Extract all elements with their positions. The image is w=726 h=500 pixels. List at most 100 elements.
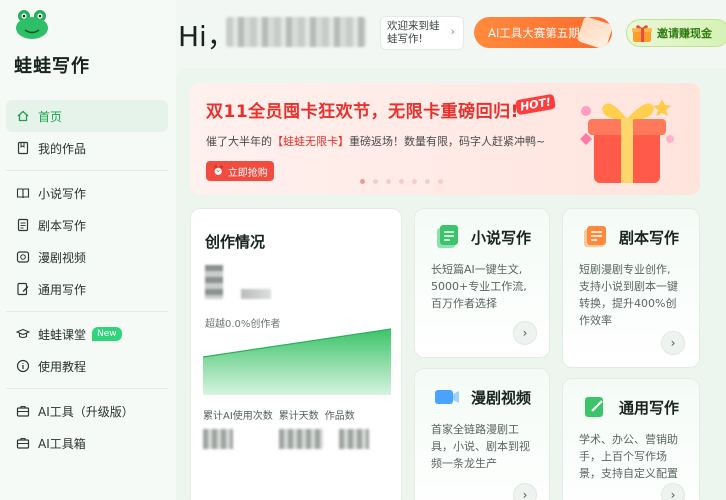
- username-redacted: [226, 17, 366, 47]
- sidebar-item-ai-tools-upgraded[interactable]: AI工具（升级版）: [6, 395, 168, 427]
- feature-card-video[interactable]: 漫剧视频 首家全链路漫剧工 具，小说、剧本到视 频一条龙生产 ›: [414, 368, 550, 500]
- stat-value-redacted: [339, 429, 369, 449]
- feature-desc-line: 长短篇AI一键生文,: [431, 263, 523, 276]
- stats-values-redacted: [203, 429, 393, 453]
- banner-sub-suffix: 重磅返场！数量有限，码字人赶紧冲鸭~: [349, 135, 546, 148]
- carousel-dot[interactable]: [373, 179, 378, 184]
- stat-label-days: 累计天数: [278, 411, 319, 422]
- feature-title: 剧本写作: [619, 229, 680, 247]
- script-icon: [16, 218, 30, 232]
- feature-desc-line: 短剧漫剧专业创作,: [579, 263, 671, 276]
- info-icon: [16, 359, 30, 373]
- sidebar-item-label: AI工具（升级版）: [38, 404, 134, 419]
- sidebar-item-ai-toolbox[interactable]: AI工具箱: [6, 427, 168, 459]
- stats-labels: 累计AI使用次数 累计天数 作品数: [203, 407, 361, 422]
- welcome-line-1: 欢迎来到蛙: [387, 20, 440, 32]
- stats-title: 创作情况: [205, 233, 266, 251]
- sidebar-item-label: 通用写作: [38, 282, 87, 297]
- feature-card-script[interactable]: 剧本写作 短剧漫剧专业创作, 支持小说到剧本一键 转换，提升400%创 作效率 …: [562, 208, 700, 368]
- feature-desc-line: 景，支持自定义配置: [579, 467, 678, 480]
- sidebar-item-novel[interactable]: 小说写作: [6, 177, 168, 209]
- stat-value-redacted: [203, 429, 233, 449]
- feature-desc-line: 支持小说到剧本一键: [579, 280, 678, 293]
- arrow-right-icon[interactable]: ›: [513, 321, 537, 345]
- carousel-dot[interactable]: [438, 179, 443, 184]
- sidebar-item-script[interactable]: 剧本写作: [6, 209, 168, 241]
- sidebar-nav: 首页 我的作品 小说写作 剧本写作 漫剧视频 通用写作 蛙蛙课堂 New 使用教…: [6, 100, 168, 459]
- video-icon: [16, 250, 30, 264]
- carousel-dot[interactable]: [412, 179, 417, 184]
- toolbox-icon: [16, 436, 30, 450]
- carousel-dot[interactable]: [386, 179, 391, 184]
- gift-icon: [632, 25, 652, 42]
- arrow-right-icon[interactable]: ›: [661, 331, 685, 355]
- buy-now-button[interactable]: ⏰ 立即抢购: [206, 161, 274, 181]
- stats-growth-chart: [203, 328, 391, 395]
- banner-subtitle: 催了大半年的【蛙蛙无限卡】重磅返场！数量有限，码字人赶紧冲鸭~: [206, 133, 545, 149]
- carousel-dots: [360, 179, 443, 184]
- sidebar-item-video[interactable]: 漫剧视频: [6, 241, 168, 273]
- sidebar-item-general[interactable]: 通用写作: [6, 273, 168, 305]
- chevron-right-icon: ›: [450, 25, 455, 38]
- feature-description: 短剧漫剧专业创作, 支持小说到剧本一键 转换，提升400%创 作效率: [579, 261, 701, 329]
- brand-name: 蛙蛙写作: [14, 56, 90, 77]
- banner-sub-prefix: 催了大半年的: [206, 135, 272, 148]
- stats-value-redacted: [205, 265, 223, 299]
- feature-desc-line: 首家全链路漫剧工: [431, 423, 519, 436]
- video-camera-icon: [435, 390, 459, 404]
- sidebar-item-label: 我的作品: [38, 141, 87, 156]
- carousel-dot[interactable]: [399, 179, 404, 184]
- sidebar-item-label: 使用教程: [38, 359, 87, 374]
- general-writing-icon: [585, 397, 603, 417]
- feature-card-novel[interactable]: 小说写作 长短篇AI一键生文, 5000+专业工作流, 百万作者选择 ›: [414, 208, 550, 358]
- sidebar-item-label: 小说写作: [38, 186, 87, 201]
- feature-desc-line: 作效率: [579, 314, 612, 327]
- new-badge: New: [92, 327, 122, 341]
- sidebar-item-label: 蛙蛙课堂: [38, 327, 87, 342]
- welcome-line-2: 蛙写作!: [387, 33, 423, 45]
- feature-card-general[interactable]: 通用写作 学术、办公、营销助 手，上百个写作场 景，支持自定义配置 ›: [562, 378, 700, 500]
- home-icon: [16, 109, 30, 123]
- ai-contest-button[interactable]: AI工具大赛第五期: [474, 17, 612, 48]
- feature-description: 长短篇AI一键生文, 5000+专业工作流, 百万作者选择: [431, 261, 553, 312]
- sidebar: 蛙蛙写作 首页 我的作品 小说写作 剧本写作 漫剧视频 通用写作 蛙蛙课堂 Ne…: [0, 0, 176, 500]
- logo[interactable]: [14, 8, 50, 44]
- stat-value-redacted: [279, 429, 323, 449]
- novel-icon: [437, 225, 458, 248]
- feature-description: 学术、办公、营销助 手，上百个写作场 景，支持自定义配置: [579, 431, 701, 482]
- banner-title: 双11全员囤卡狂欢节，无限卡重磅回归!: [206, 102, 519, 122]
- welcome-message[interactable]: 欢迎来到蛙 蛙写作! ›: [380, 16, 464, 50]
- divider: [6, 170, 168, 171]
- stat-label-ai-usage: 累计AI使用次数: [203, 411, 273, 422]
- divider: [6, 388, 168, 389]
- divider: [6, 311, 168, 312]
- carousel-dot[interactable]: [425, 179, 430, 184]
- feature-title: 小说写作: [471, 229, 532, 247]
- bookmark-icon: [16, 141, 30, 155]
- book-icon: [16, 186, 30, 200]
- feature-desc-line: 学术、办公、营销助: [579, 433, 678, 446]
- arrow-right-icon[interactable]: ›: [661, 483, 685, 500]
- feature-desc-line: 5000+专业工作流,: [431, 280, 527, 293]
- gift-box-illustration-icon: [580, 99, 674, 183]
- hot-badge: HOT!: [514, 93, 557, 116]
- feature-title: 通用写作: [619, 399, 680, 417]
- graduation-cap-icon: [16, 327, 30, 341]
- sidebar-item-label: 首页: [38, 109, 63, 124]
- creation-stats-card: 创作情况 超越0.0%创作者 累计AI使用次数 累计天数 作品数: [190, 208, 402, 500]
- arrow-right-icon[interactable]: ›: [513, 483, 537, 500]
- script-icon: [584, 226, 606, 247]
- sidebar-item-home[interactable]: 首页: [6, 100, 168, 132]
- sidebar-item-my-works[interactable]: 我的作品: [6, 132, 168, 164]
- contest-decoration-icon: [576, 17, 612, 48]
- feature-desc-line: 手，上百个写作场: [579, 450, 667, 463]
- feature-title: 漫剧视频: [471, 389, 532, 407]
- sidebar-item-tutorial[interactable]: 使用教程: [6, 350, 168, 382]
- feature-description: 首家全链路漫剧工 具，小说、剧本到视 频一条龙生产: [431, 421, 553, 472]
- carousel-dot[interactable]: [360, 179, 365, 184]
- banner-sub-highlight: 【蛙蛙无限卡】: [272, 135, 349, 148]
- invite-cash-button[interactable]: 邀请赚现金: [626, 19, 726, 47]
- promo-banner[interactable]: 双11全员囤卡狂欢节，无限卡重磅回归! HOT! 催了大半年的【蛙蛙无限卡】重磅…: [190, 83, 700, 195]
- alarm-clock-icon: ⏰: [212, 165, 225, 177]
- sidebar-item-classroom[interactable]: 蛙蛙课堂 New: [6, 318, 168, 350]
